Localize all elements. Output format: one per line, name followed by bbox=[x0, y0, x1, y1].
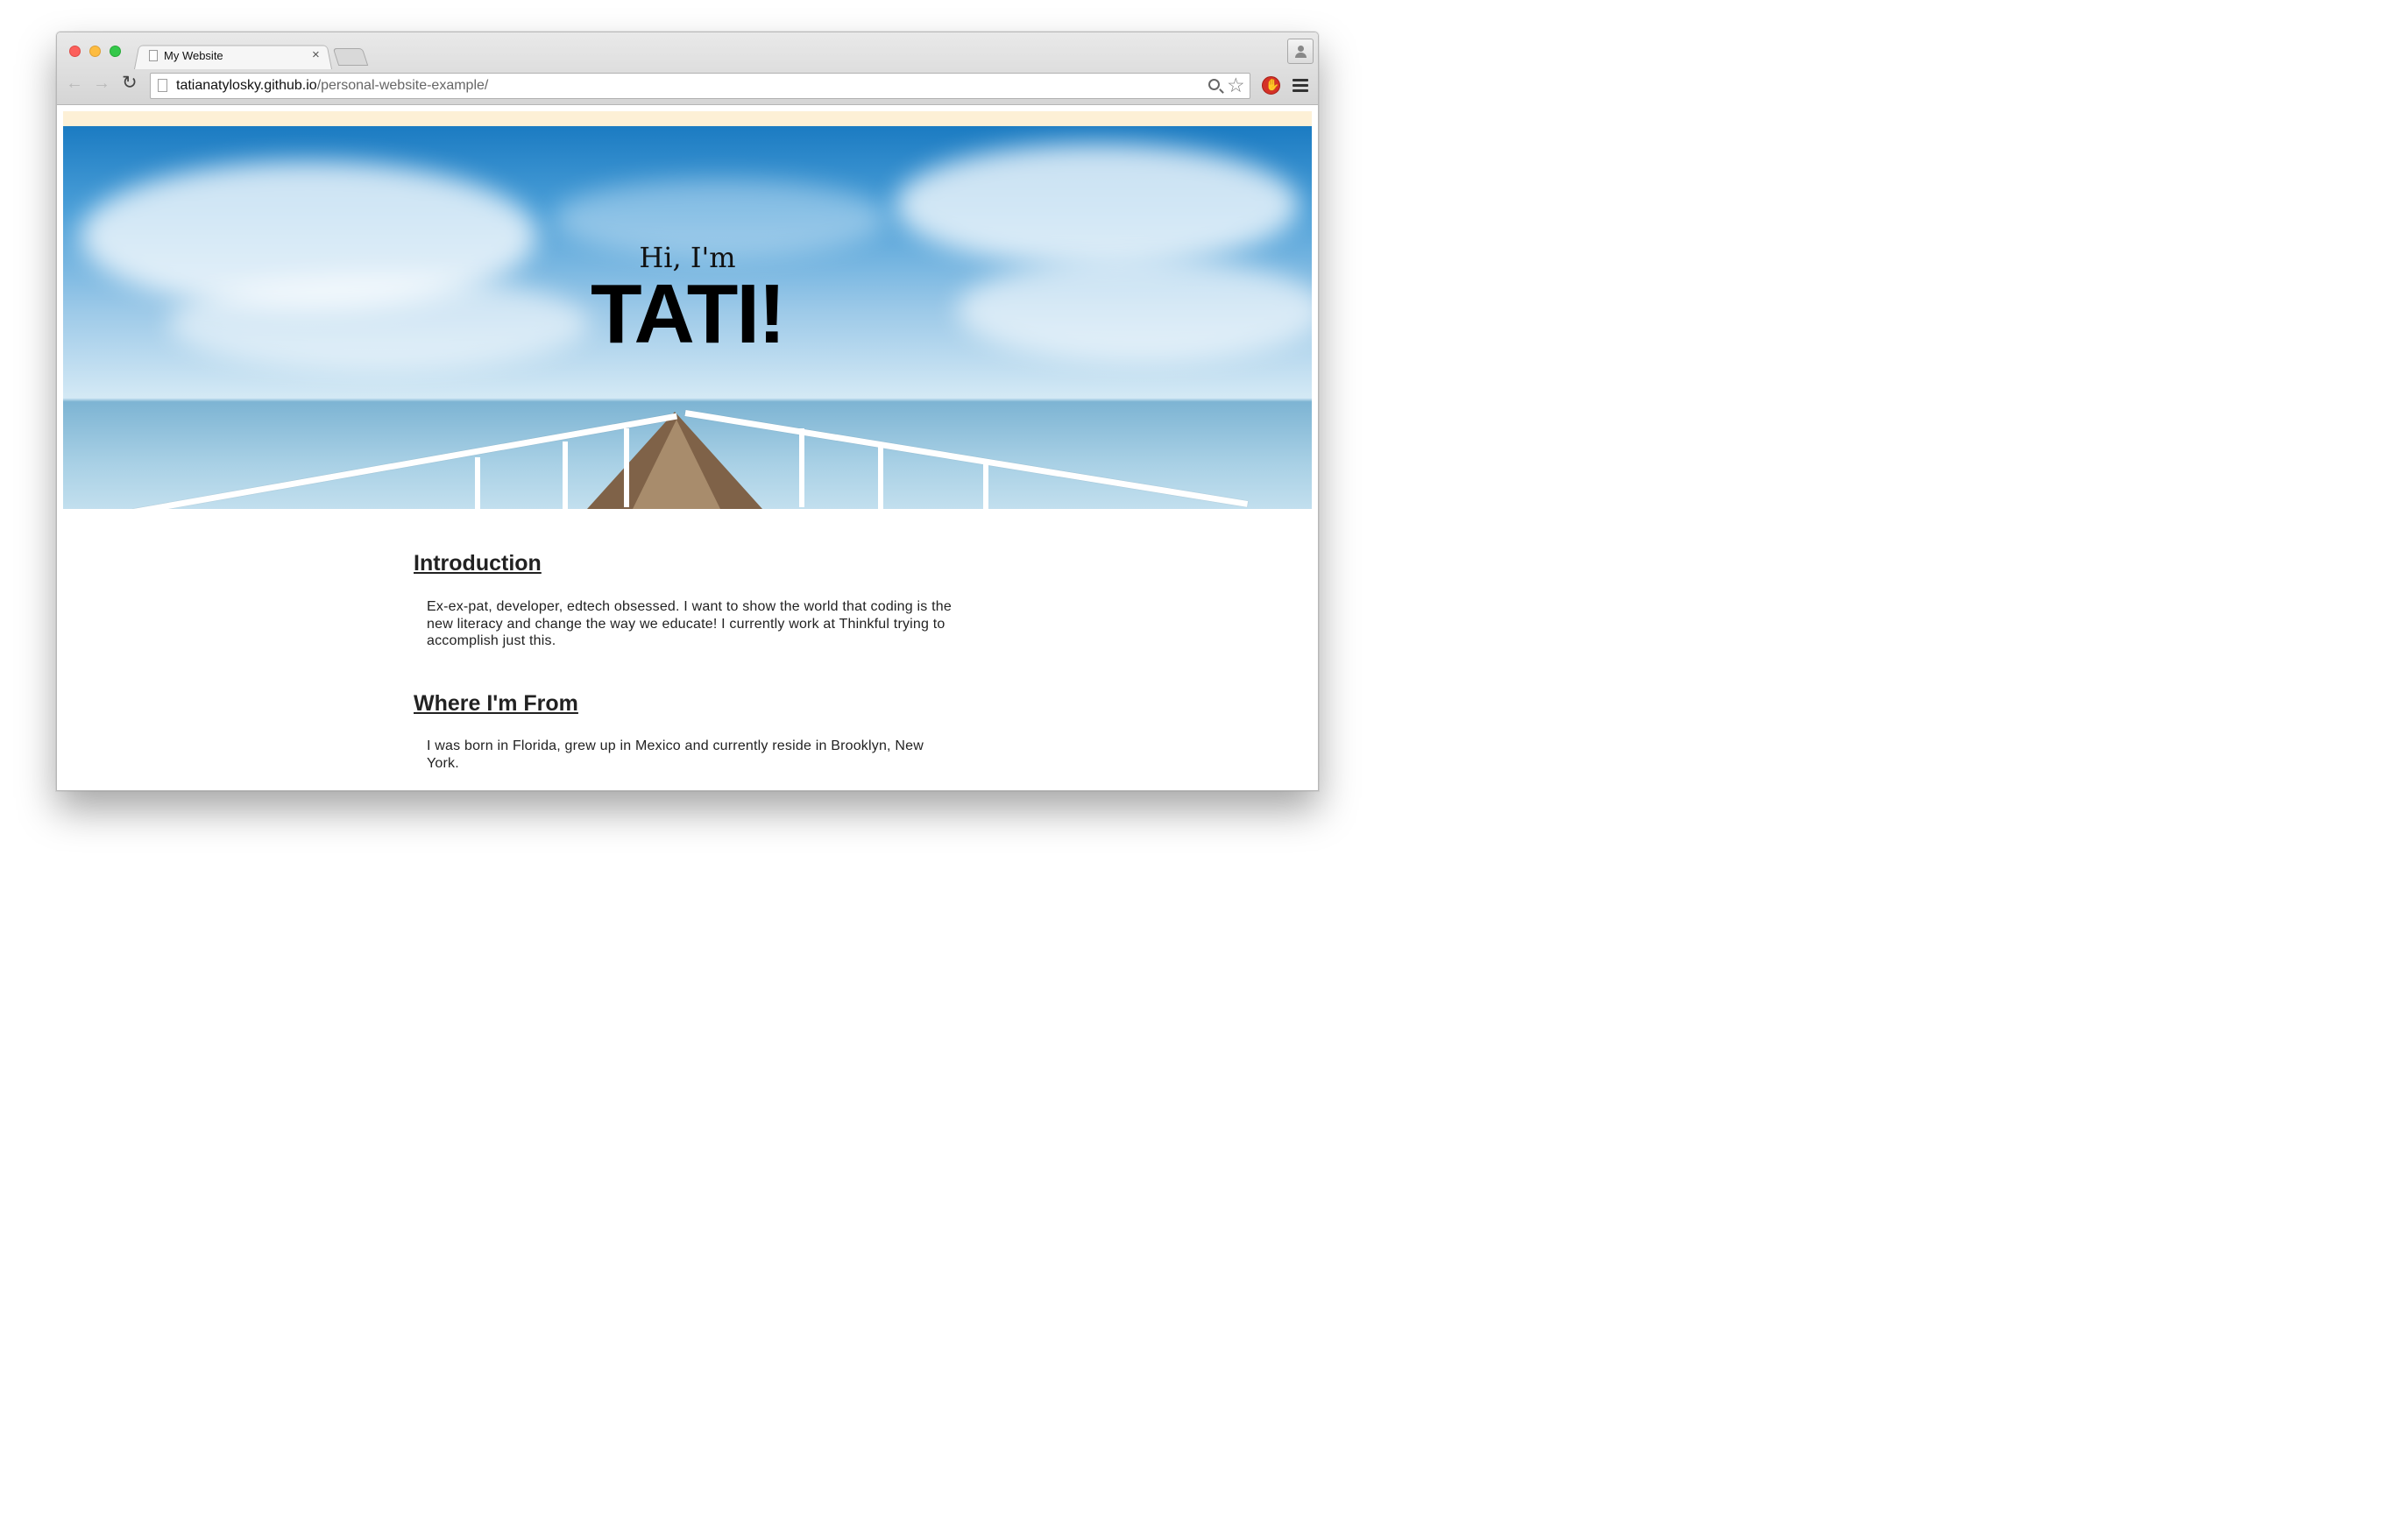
url-path: /personal-website-example/ bbox=[316, 78, 489, 93]
section-title-where-from: Where I'm From bbox=[414, 691, 578, 716]
window-close-button[interactable] bbox=[69, 46, 81, 57]
bookmark-star-icon[interactable]: ☆ bbox=[1227, 74, 1245, 95]
new-tab-button[interactable] bbox=[332, 48, 369, 66]
stop-extension-icon[interactable] bbox=[1262, 76, 1280, 95]
section-body-where-from: I was born in Florida, grew up in Mexico… bbox=[427, 738, 924, 771]
pier-rail-right bbox=[684, 410, 1249, 507]
tab-title: My Website bbox=[164, 49, 223, 62]
profile-button[interactable] bbox=[1287, 39, 1314, 64]
back-icon[interactable]: ← bbox=[66, 74, 83, 92]
window-maximize-button[interactable] bbox=[110, 46, 121, 57]
page-icon bbox=[158, 79, 167, 92]
profile-icon bbox=[1298, 46, 1304, 52]
section-body-introduction: Ex-ex-pat, developer, edtech obsessed. I… bbox=[427, 599, 952, 648]
hero-name: TATI! bbox=[591, 267, 786, 361]
page-icon bbox=[149, 50, 158, 61]
reload-icon[interactable]: ↻ bbox=[122, 74, 138, 92]
forward-icon[interactable]: → bbox=[93, 74, 110, 92]
address-url[interactable]: tatianatylosky.github.io/personal-websit… bbox=[176, 78, 488, 94]
hero-banner: Hi, I'm TATI! bbox=[63, 126, 1312, 509]
zoom-icon[interactable] bbox=[1208, 79, 1220, 90]
window-minimize-button[interactable] bbox=[89, 46, 101, 57]
browser-tab-content[interactable]: My Website × bbox=[146, 47, 327, 68]
page-viewport: Hi, I'm TATI! Introduction Ex-ex-pat, de… bbox=[57, 106, 1318, 790]
browser-window: My Website × ← → ↻ tatianatylosky.github… bbox=[56, 32, 1319, 791]
address-bar[interactable]: tatianatylosky.github.io/personal-websit… bbox=[150, 73, 1250, 99]
section-title-introduction: Introduction bbox=[414, 551, 542, 576]
top-strip bbox=[63, 111, 1312, 126]
url-host: tatianatylosky.github.io bbox=[176, 78, 317, 93]
menu-icon[interactable] bbox=[1293, 79, 1308, 95]
tab-close-icon[interactable]: × bbox=[312, 47, 320, 62]
browser-chrome: My Website × ← → ↻ tatianatylosky.github… bbox=[57, 32, 1318, 105]
